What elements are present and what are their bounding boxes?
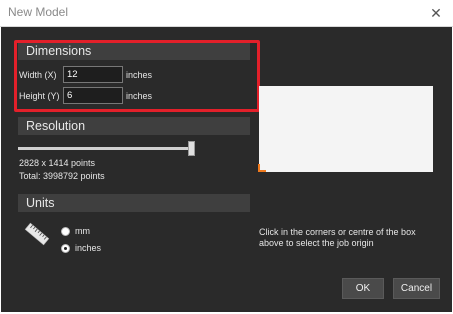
- title-bar: New Model ✕: [0, 0, 453, 27]
- close-icon: ✕: [430, 4, 442, 21]
- resolution-total: Total: 3998792 points: [19, 171, 105, 181]
- resolution-points: 2828 x 1414 points: [19, 158, 96, 168]
- close-button[interactable]: ✕: [425, 2, 447, 24]
- window-title: New Model: [8, 5, 69, 19]
- origin-hint-line1: Click in the corners or centre of the bo…: [259, 227, 416, 237]
- unit-inches-radio[interactable]: [61, 244, 70, 253]
- resolution-slider-thumb[interactable]: [188, 141, 195, 156]
- origin-marker[interactable]: [258, 164, 266, 172]
- origin-preview-box[interactable]: [259, 86, 433, 172]
- unit-inches-label: inches: [75, 243, 102, 253]
- dimensions-highlight: [14, 40, 260, 112]
- unit-mm-label: mm: [75, 226, 90, 236]
- cancel-button[interactable]: Cancel: [393, 278, 440, 299]
- units-header: Units: [18, 194, 250, 212]
- origin-hint-line2: above to select the job origin: [259, 238, 374, 248]
- ok-button[interactable]: OK: [342, 278, 384, 299]
- resolution-header: Resolution: [18, 117, 250, 135]
- ruler-icon: [24, 221, 50, 252]
- unit-mm-radio[interactable]: [61, 227, 70, 236]
- resolution-slider-track[interactable]: [18, 147, 193, 150]
